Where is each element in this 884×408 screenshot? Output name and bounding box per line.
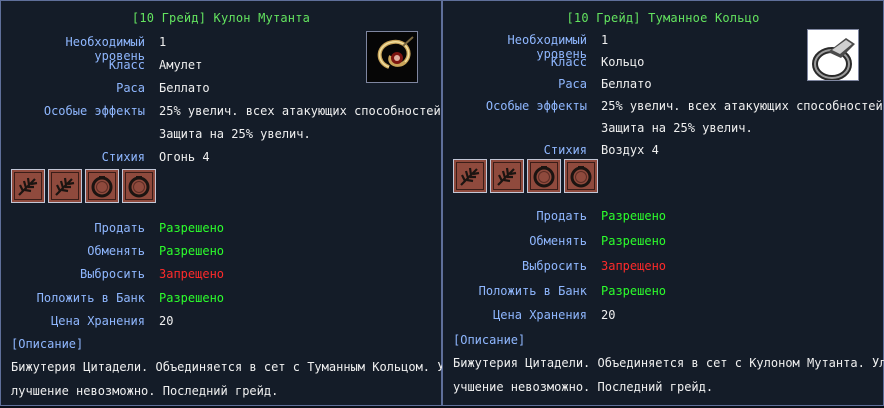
label-trade: Обменять bbox=[529, 234, 587, 248]
ring-icon bbox=[533, 166, 555, 188]
value-effect-2: Защита на 25% увелич. bbox=[601, 121, 753, 135]
value-required-level: 1 bbox=[601, 33, 609, 47]
ring-icon bbox=[570, 166, 592, 188]
value-effect-1: 25% увелич. всех атакующих способностей bbox=[601, 99, 883, 113]
label-class: Класс bbox=[550, 55, 587, 69]
value-element: Огонь 4 bbox=[159, 150, 210, 164]
description-line: Бижутерия Цитадели. Объединяется в сет с… bbox=[453, 356, 884, 370]
set-slot-ring[interactable] bbox=[527, 159, 561, 193]
label-element: Стихия bbox=[101, 150, 145, 164]
value-effect-2: Защита на 25% увелич. bbox=[159, 127, 311, 141]
branch-icon bbox=[497, 167, 517, 186]
tooltip-panel-right: [10 Грейд] Туманное Кольцо Необходимый у… bbox=[442, 0, 884, 406]
description-header: [Описание] bbox=[11, 337, 84, 351]
value-bank: Разрешено bbox=[159, 291, 225, 305]
value-sell: Разрешено bbox=[601, 209, 667, 223]
description-text: Бижутерия Цитадели. Объединяется в сет с… bbox=[453, 351, 884, 399]
value-bank: Разрешено bbox=[601, 284, 667, 298]
description-text: Бижутерия Цитадели. Объединяется в сет с… bbox=[11, 355, 444, 403]
value-element: Воздух 4 bbox=[601, 143, 659, 157]
label-storage-price: Цена Хранения bbox=[51, 314, 145, 328]
label-storage-price: Цена Хранения bbox=[493, 308, 587, 322]
item-title: [10 Грейд] Кулон Мутанта bbox=[131, 11, 311, 25]
description-header: [Описание] bbox=[453, 333, 526, 347]
branch-icon bbox=[55, 177, 75, 196]
set-slot-branch[interactable] bbox=[48, 169, 82, 203]
value-race: Беллато bbox=[601, 77, 652, 91]
value-sell: Разрешено bbox=[159, 221, 225, 235]
set-slot-ring[interactable] bbox=[564, 159, 598, 193]
description-line: лучшение невозможно. Последний грейд. bbox=[11, 384, 279, 398]
value-storage-price: 20 bbox=[159, 314, 174, 328]
label-special-effects: Особые эффекты bbox=[43, 104, 145, 118]
ring-icon bbox=[128, 176, 150, 198]
amulet-icon bbox=[366, 31, 418, 83]
item-title: [10 Грейд] Туманное Кольцо bbox=[566, 11, 760, 25]
value-drop: Запрещено bbox=[601, 259, 667, 273]
label-race: Раса bbox=[116, 81, 145, 95]
value-storage-price: 20 bbox=[601, 308, 616, 322]
value-trade: Разрешено bbox=[601, 234, 667, 248]
set-slot-ring[interactable] bbox=[122, 169, 156, 203]
value-drop: Запрещено bbox=[159, 267, 225, 281]
ring-icon bbox=[91, 176, 113, 198]
label-race: Раса bbox=[558, 77, 587, 91]
label-trade: Обменять bbox=[87, 244, 145, 258]
label-bank: Положить в Банк bbox=[478, 284, 587, 298]
label-sell: Продать bbox=[94, 221, 145, 235]
set-slot-branch[interactable] bbox=[490, 159, 524, 193]
label-bank: Положить в Банк bbox=[36, 291, 145, 305]
set-slot-branch[interactable] bbox=[11, 169, 45, 203]
label-special-effects: Особые эффекты bbox=[485, 99, 587, 113]
value-class: Амулет bbox=[159, 58, 203, 72]
description-line: учшение невозможно. Последний грейд. bbox=[453, 380, 714, 394]
branch-icon bbox=[460, 167, 480, 186]
label-drop: Выбросить bbox=[521, 259, 587, 273]
value-effect-1: 25% увелич. всех атакующих способностей bbox=[159, 104, 441, 118]
label-sell: Продать bbox=[536, 209, 587, 223]
label-element: Стихия bbox=[543, 143, 587, 157]
set-slot-branch[interactable] bbox=[453, 159, 487, 193]
description-line: Бижутерия Цитадели. Объединяется в сет с… bbox=[11, 360, 445, 374]
value-class: Кольцо bbox=[601, 55, 645, 69]
label-drop: Выбросить bbox=[79, 267, 145, 281]
ring-icon bbox=[807, 29, 859, 81]
value-race: Беллато bbox=[159, 81, 210, 95]
set-slot-ring[interactable] bbox=[85, 169, 119, 203]
value-trade: Разрешено bbox=[159, 244, 225, 258]
value-required-level: 1 bbox=[159, 35, 167, 49]
label-class: Класс bbox=[108, 58, 145, 72]
tooltip-panel-left: [10 Грейд] Кулон Мутанта Необходимый уро… bbox=[0, 0, 444, 406]
branch-icon bbox=[18, 177, 38, 196]
